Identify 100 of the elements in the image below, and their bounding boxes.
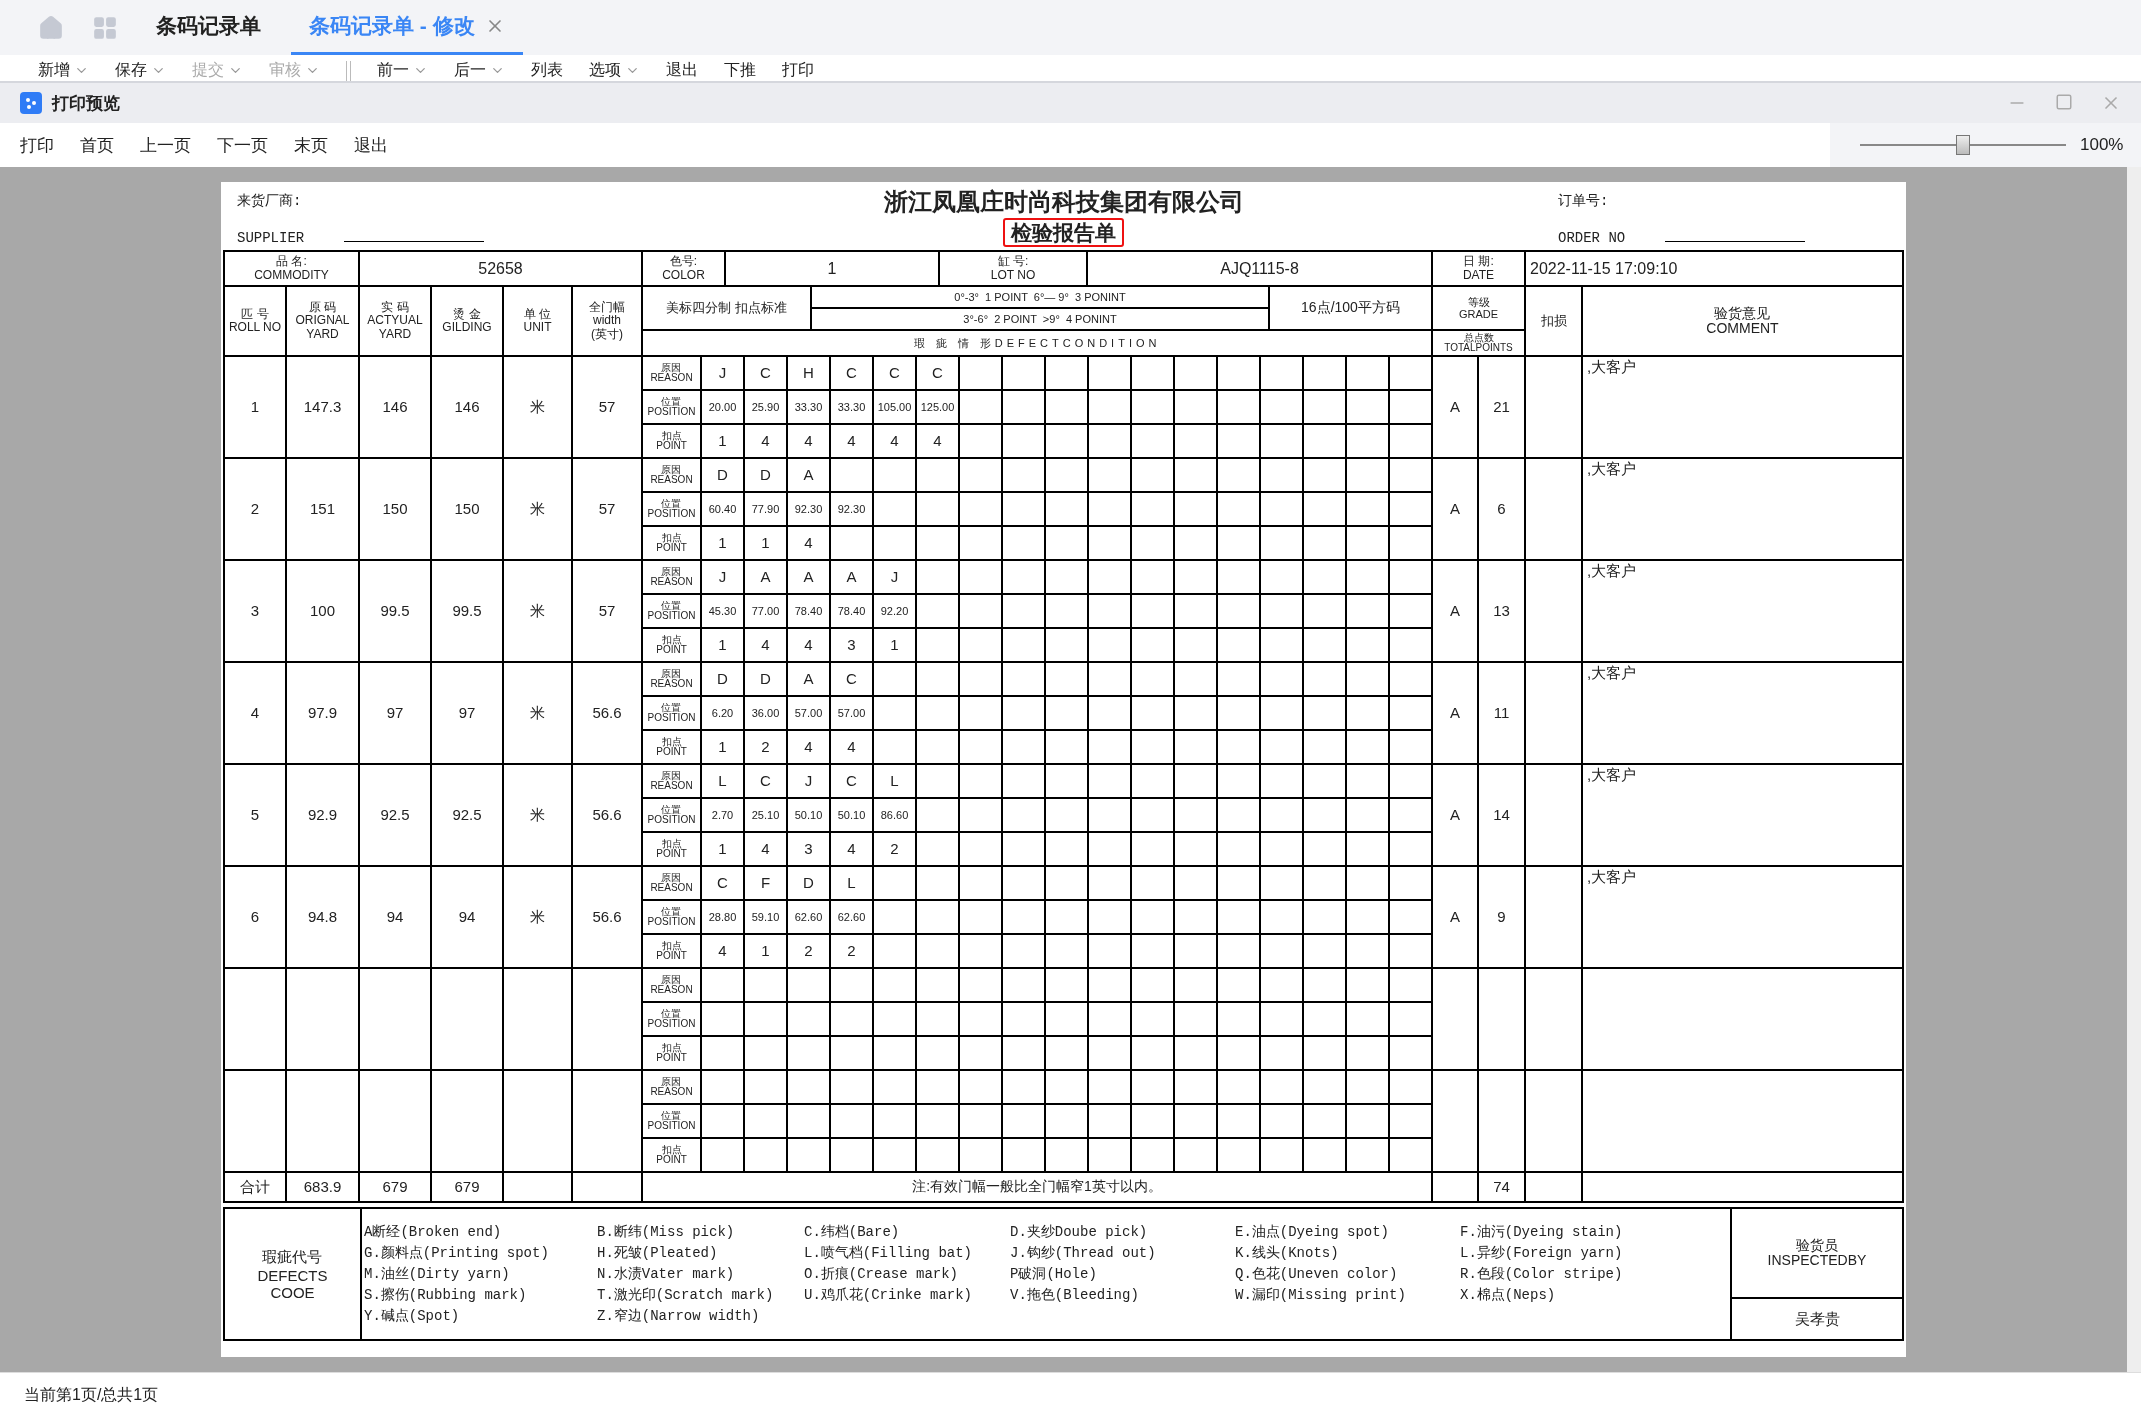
table-cell: 米 [504, 357, 571, 457]
table-cell: D [745, 663, 786, 695]
table-cell [1390, 1003, 1431, 1035]
menu-item[interactable]: 前一 [377, 60, 428, 81]
grid-icon[interactable] [92, 14, 118, 41]
table-cell [1132, 731, 1173, 763]
table-cell [1218, 765, 1259, 797]
table-cell [1046, 1139, 1087, 1171]
table-cell: 6.20 [702, 697, 743, 729]
maximize-icon[interactable] [2055, 93, 2073, 111]
menu-item[interactable]: 新增 [38, 60, 89, 81]
table-cell [1261, 765, 1302, 797]
home-icon[interactable] [38, 14, 64, 41]
scrollbar[interactable] [2127, 167, 2141, 1372]
menu-item[interactable]: 列表 [531, 60, 563, 81]
menu-item[interactable]: 后一 [454, 60, 505, 81]
table-cell [1347, 459, 1388, 491]
table-cell [1132, 935, 1173, 967]
defect-code: W.漏印(Missing print) [1235, 1286, 1407, 1304]
menu-item[interactable]: 打印 [782, 60, 814, 81]
row-label: 位置 POSITION [643, 493, 700, 525]
table-cell: 1 [702, 731, 743, 763]
table-cell [788, 969, 829, 1001]
table-cell [1261, 697, 1302, 729]
table-cell [1046, 357, 1087, 389]
table-cell [1304, 561, 1345, 593]
table-cell: 33.30 [831, 391, 872, 423]
field-value: AJQ1115-8 [1088, 252, 1431, 285]
table-cell [1347, 1071, 1388, 1103]
table-cell [1089, 595, 1130, 627]
table-cell: 4 [788, 527, 829, 559]
table-cell [745, 1139, 786, 1171]
toolbar-button[interactable]: 退出 [354, 133, 388, 157]
table-cell [1390, 493, 1431, 525]
table-cell [1003, 595, 1044, 627]
table-cell [1175, 527, 1216, 559]
table-cell [1003, 493, 1044, 525]
defect-code: A断经(Broken end) [364, 1223, 503, 1241]
table-cell [788, 1139, 829, 1171]
slider-thumb[interactable] [1956, 135, 1970, 155]
company-name: 浙江凤凰庄时尚科技集团有限公司 [883, 186, 1244, 218]
table-cell: 99.5 [432, 561, 502, 661]
legend-title: 瑕疵代号 DEFECTS COOE [225, 1209, 362, 1339]
toolbar-button[interactable]: 打印 [20, 133, 54, 157]
table-cell: A [1433, 357, 1477, 457]
table-cell: J [702, 357, 743, 389]
toolbar-button[interactable]: 首页 [80, 133, 114, 157]
table-cell [1261, 1003, 1302, 1035]
table-cell [1175, 459, 1216, 491]
defect-code: K.线头(Knots) [1235, 1244, 1340, 1262]
table-cell: 97.9 [287, 663, 358, 763]
table-cell [831, 1037, 872, 1069]
menu-item[interactable]: 选项 [589, 60, 640, 81]
menu-item[interactable]: 退出 [666, 60, 698, 81]
row-label: 扣点 POINT [643, 629, 700, 661]
table-cell [1304, 799, 1345, 831]
table-cell [1390, 663, 1431, 695]
table-cell [1347, 833, 1388, 865]
table-cell [1132, 459, 1173, 491]
table-cell: A [788, 459, 829, 491]
toolbar-button[interactable]: 下一页 [217, 133, 268, 157]
table-cell: 92.20 [874, 595, 915, 627]
table-cell [960, 493, 1001, 525]
menu-item[interactable]: 下推 [724, 60, 756, 81]
row-label: 原因 REASON [643, 1071, 700, 1103]
table-cell: A [1433, 867, 1477, 967]
table-cell [1261, 357, 1302, 389]
standard-text: 0°-3° 1 POINT 6°— 9° 3 PONINT [812, 287, 1268, 307]
toolbar-button[interactable]: 上一页 [140, 133, 191, 157]
table-cell [1132, 1003, 1173, 1035]
table-cell [788, 1071, 829, 1103]
table-cell [1089, 731, 1130, 763]
menu-item[interactable]: 保存 [115, 60, 166, 81]
table-cell [831, 1139, 872, 1171]
table-cell: 13 [1479, 561, 1524, 661]
tab[interactable]: 条码记录单 [138, 0, 279, 55]
inspector-name: 吴孝贵 [1732, 1299, 1902, 1339]
table-cell [960, 867, 1001, 899]
table-cell: 4 [831, 425, 872, 457]
table-cell [1132, 527, 1173, 559]
table-cell [1089, 425, 1130, 457]
table-cell: 3 [225, 561, 285, 661]
table-cell [1347, 969, 1388, 1001]
table-cell [1218, 1105, 1259, 1137]
table-cell: 9 [1479, 867, 1524, 967]
table-cell [1089, 1003, 1130, 1035]
table-cell [1003, 1105, 1044, 1137]
table-cell: 59.10 [745, 901, 786, 933]
table-cell [1390, 1105, 1431, 1137]
defect-code: L.喷气档(Filling bat) [804, 1244, 974, 1262]
table-cell [1304, 357, 1345, 389]
table-cell [1261, 663, 1302, 695]
table-cell [1261, 561, 1302, 593]
table-cell [1046, 935, 1087, 967]
table-cell [1304, 425, 1345, 457]
table-cell [831, 459, 872, 491]
table-cell [1175, 1105, 1216, 1137]
table-cell: 2 [225, 459, 285, 559]
table-cell [1175, 799, 1216, 831]
toolbar-button[interactable]: 末页 [294, 133, 328, 157]
